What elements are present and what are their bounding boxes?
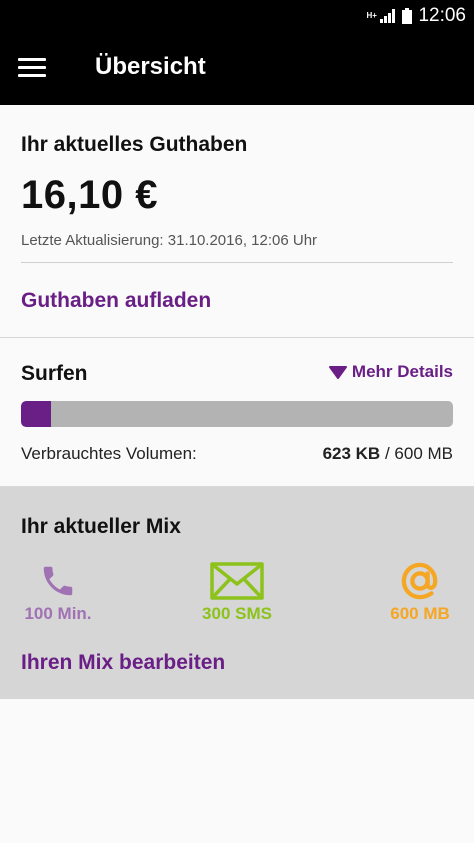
volume-separator: / (384, 444, 390, 463)
balance-card: Ihr aktuelles Guthaben 16,10 € Letzte Ak… (0, 105, 474, 337)
page-title: Übersicht (95, 53, 206, 80)
volume-label: Verbrauchtes Volumen: (21, 444, 197, 463)
more-details-label: Mehr Details (351, 362, 453, 381)
divider (21, 262, 453, 263)
network-type-indicator: H+ (366, 11, 377, 20)
mix-sms-label: 300 SMS (202, 604, 272, 623)
mix-heading: Ihr aktueller Mix (21, 515, 181, 538)
mix-item-data: 600 MB (386, 562, 454, 624)
hamburger-menu-icon[interactable] (16, 55, 48, 83)
edit-mix-link[interactable]: Ihren Mix bearbeiten (21, 651, 225, 675)
mix-item-minutes: 100 Min. (21, 562, 95, 624)
app-bar: Übersicht (0, 33, 474, 105)
envelope-icon (210, 562, 264, 600)
volume-used: 623 KB (322, 444, 381, 463)
usage-progress-bar (21, 401, 453, 427)
at-sign-icon (401, 562, 438, 600)
balance-amount: 16,10 € (21, 173, 158, 217)
battery-icon (402, 8, 413, 24)
balance-heading: Ihr aktuelles Guthaben (21, 133, 248, 156)
phone-icon (43, 566, 73, 596)
usage-progress-fill (21, 401, 52, 427)
more-details-button[interactable]: Mehr Details (328, 362, 453, 382)
mix-card: Ihr aktueller Mix 100 Min. 300 SMS 600 M… (0, 487, 474, 699)
clock: 12:06 (418, 5, 466, 26)
signal-icon (380, 9, 396, 23)
topup-link[interactable]: Guthaben aufladen (21, 289, 211, 313)
last-update-text: Letzte Aktualisierung: 31.10.2016, 12:06… (21, 232, 318, 249)
data-usage-card: Surfen Mehr Details Verbrauchtes Volumen… (0, 338, 474, 486)
volume-row: Verbrauchtes Volumen: 623 KB / 600 MB (21, 444, 453, 464)
status-icons: H+ 12:06 (366, 6, 466, 26)
mix-data-label: 600 MB (390, 604, 450, 623)
volume-total: 600 MB (394, 444, 453, 463)
status-bar: H+ 12:06 (0, 0, 474, 33)
triangle-down-icon (328, 366, 347, 379)
mix-item-sms: 300 SMS (197, 562, 277, 624)
mix-minutes-label: 100 Min. (24, 604, 92, 623)
data-usage-heading: Surfen (21, 362, 88, 385)
volume-value: 623 KB / 600 MB (323, 444, 453, 464)
